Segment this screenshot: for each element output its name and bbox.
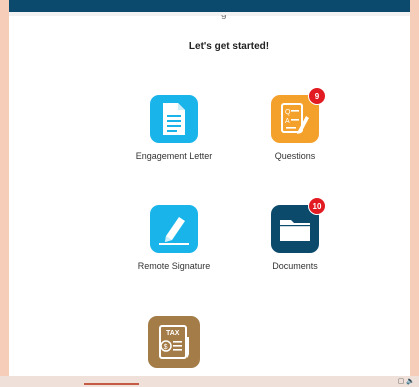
tile-tax[interactable]: TAX $ bbox=[119, 316, 229, 368]
questions-count-badge: 9 bbox=[308, 87, 326, 105]
tax-button[interactable]: TAX $ bbox=[148, 316, 200, 368]
tile-remote-signature[interactable]: Remote Signature bbox=[119, 205, 229, 271]
screen-icon: ▢ bbox=[397, 378, 405, 385]
tax-icon: TAX $ bbox=[159, 325, 189, 359]
engagement-letter-label: Engagement Letter bbox=[135, 151, 213, 161]
pencil-icon bbox=[159, 217, 189, 245]
svg-text:$: $ bbox=[164, 344, 168, 351]
page-heading: Let's get started! bbox=[188, 41, 270, 52]
tile-engagement-letter[interactable]: Engagement Letter bbox=[119, 95, 229, 161]
remote-signature-button[interactable] bbox=[150, 205, 198, 253]
svg-text:A: A bbox=[285, 118, 290, 125]
remote-signature-label: Remote Signature bbox=[137, 261, 211, 271]
engagement-letter-button[interactable] bbox=[150, 95, 198, 143]
tile-documents[interactable]: 10 Documents bbox=[240, 197, 350, 271]
svg-text:TAX: TAX bbox=[166, 330, 180, 337]
questions-label: Questions bbox=[274, 151, 316, 161]
app-panel: g Let's get started! Engagement Letter Q… bbox=[9, 0, 410, 376]
bottom-taskbar bbox=[0, 376, 419, 387]
questions-button[interactable]: Q A 9 bbox=[271, 87, 326, 143]
tile-questions[interactable]: Q A 9 Questions bbox=[240, 87, 350, 161]
top-bar bbox=[9, 0, 410, 12]
speaker-icon: 🔈 bbox=[406, 378, 415, 385]
folder-icon bbox=[280, 220, 310, 241]
scrollbar-thumb[interactable] bbox=[84, 383, 139, 385]
top-bar-strip bbox=[9, 12, 410, 16]
svg-text:Q: Q bbox=[285, 109, 291, 116]
documents-count-badge: 10 bbox=[308, 197, 326, 215]
system-tray-icons: ▢ 🔈 bbox=[398, 377, 415, 385]
document-icon bbox=[163, 103, 185, 135]
partial-header-text: g bbox=[221, 15, 251, 23]
documents-label: Documents bbox=[272, 261, 318, 271]
documents-button[interactable]: 10 bbox=[271, 197, 326, 253]
questionnaire-icon: Q A bbox=[281, 103, 309, 134]
